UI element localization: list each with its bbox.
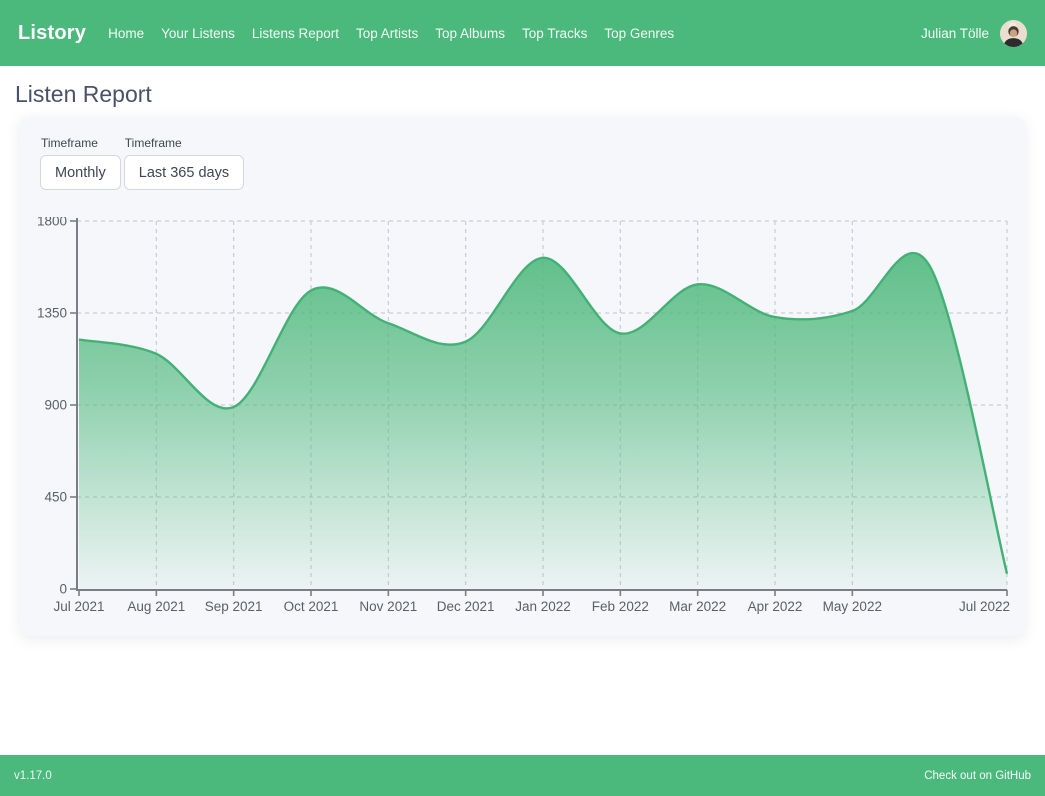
x-tick-label: Jul 2022 <box>959 599 1010 614</box>
timeframe-range-button[interactable]: Last 365 days <box>124 155 244 190</box>
nav-item-top-tracks[interactable]: Top Tracks <box>522 26 587 41</box>
main-nav: Home Your Listens Listens Report Top Art… <box>108 26 921 41</box>
x-tick-label: Mar 2022 <box>669 599 726 614</box>
user-avatar[interactable] <box>1000 20 1027 47</box>
x-tick-label: Jul 2021 <box>53 599 104 614</box>
timeframe-group-mode: Timeframe Monthly <box>40 136 121 190</box>
x-tick-label: Dec 2021 <box>437 599 495 614</box>
x-tick-label: Oct 2021 <box>284 599 339 614</box>
x-tick-label: Apr 2022 <box>748 599 803 614</box>
nav-item-home[interactable]: Home <box>108 26 144 41</box>
timeframe-label: Timeframe <box>41 136 121 150</box>
x-tick-label: Feb 2022 <box>592 599 649 614</box>
user-menu: Julian Tölle <box>921 20 1027 47</box>
x-tick-label: Aug 2021 <box>127 599 185 614</box>
y-tick-label: 0 <box>59 582 67 597</box>
nav-item-your-listens[interactable]: Your Listens <box>161 26 235 41</box>
nav-item-top-albums[interactable]: Top Albums <box>435 26 505 41</box>
y-tick-label: 1800 <box>37 217 67 229</box>
footer: v1.17.0 Check out on GitHub <box>0 755 1045 796</box>
y-tick-label: 1350 <box>37 306 67 321</box>
x-tick-label: Jan 2022 <box>515 599 571 614</box>
timeframe-controls: Timeframe Monthly Timeframe Last 365 day… <box>40 136 244 190</box>
x-tick-label: May 2022 <box>823 599 882 614</box>
github-link[interactable]: Check out on GitHub <box>924 770 1031 782</box>
user-name: Julian Tölle <box>921 26 989 41</box>
x-tick-label: Sep 2021 <box>205 599 263 614</box>
brand-logo[interactable]: Listory <box>18 22 86 45</box>
page-title: Listen Report <box>15 81 152 108</box>
area-fill <box>79 253 1007 589</box>
version-label: v1.17.0 <box>14 770 52 782</box>
listen-chart-container: 0 450 900 1350 1800 Jul 2021 Aug 2021 Sep 2021 O… <box>30 217 1015 617</box>
report-card: Timeframe Monthly Timeframe Last 365 day… <box>20 117 1025 636</box>
avatar-photo <box>1000 20 1027 47</box>
listen-area-chart[interactable]: 0 450 900 1350 1800 Jul 2021 Aug 2021 Sep 2021 O… <box>30 217 1015 617</box>
nav-item-top-genres[interactable]: Top Genres <box>604 26 674 41</box>
timeframe-group-range: Timeframe Last 365 days <box>124 136 244 190</box>
y-tick-label: 900 <box>44 398 67 413</box>
x-tick-label: Nov 2021 <box>359 599 417 614</box>
y-tick-label: 450 <box>44 490 67 505</box>
timeframe-label: Timeframe <box>125 136 244 150</box>
timeframe-mode-button[interactable]: Monthly <box>40 155 121 190</box>
nav-item-listens-report[interactable]: Listens Report <box>252 26 339 41</box>
nav-item-top-artists[interactable]: Top Artists <box>356 26 418 41</box>
navbar: Listory Home Your Listens Listens Report… <box>0 0 1045 66</box>
